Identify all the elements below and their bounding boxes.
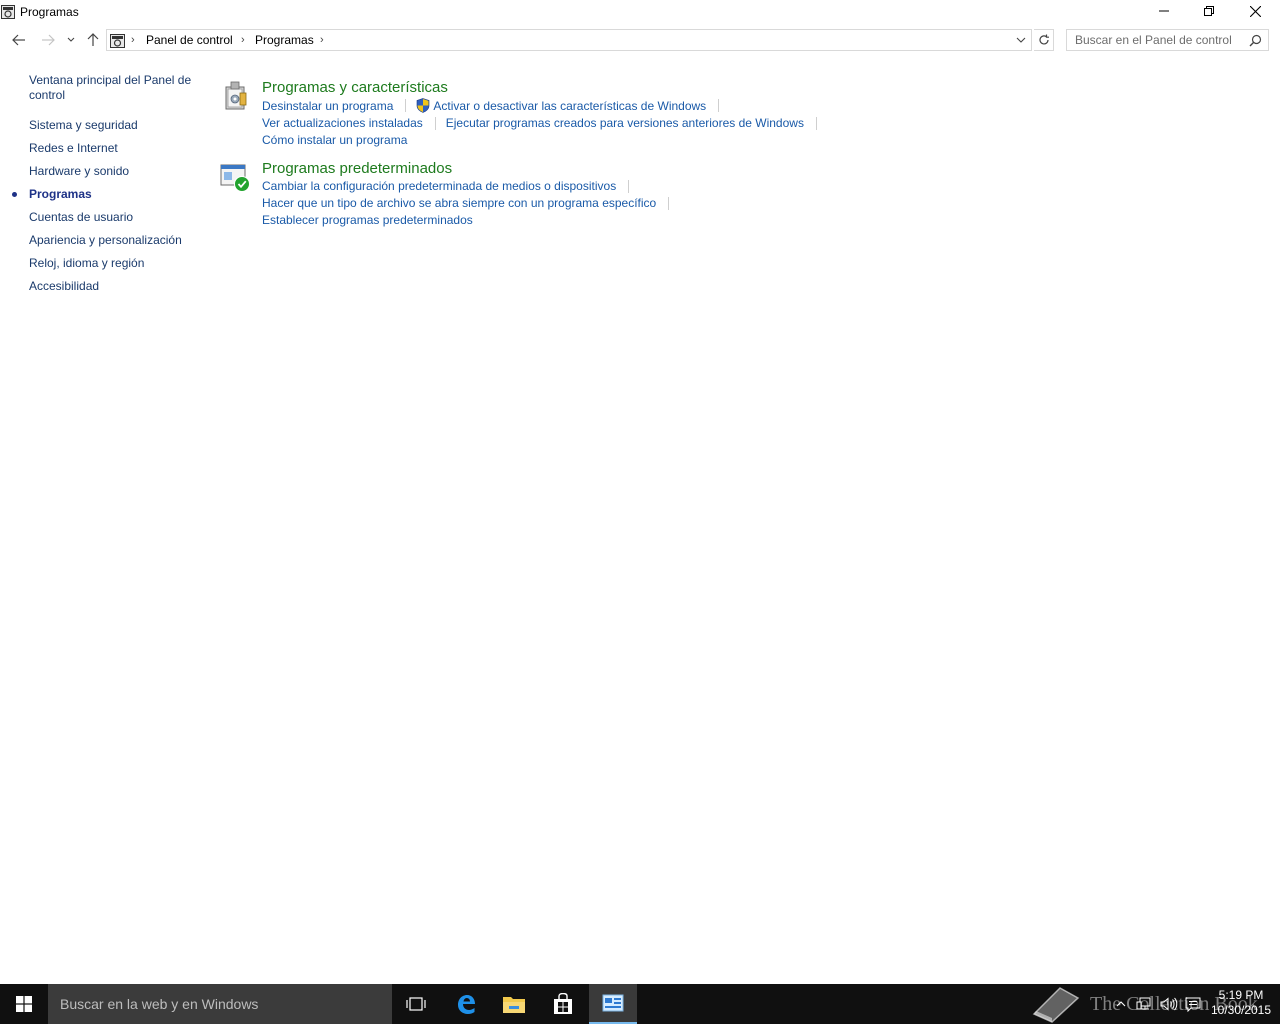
section-title-programas-predeterminados[interactable]: Programas predeterminados bbox=[262, 160, 452, 177]
breadcrumb-separator[interactable]: › bbox=[131, 34, 135, 46]
arrow-right-icon bbox=[42, 34, 55, 46]
search-icon[interactable] bbox=[1249, 34, 1262, 47]
taskbar-search-text: Buscar en la web y en Windows bbox=[60, 996, 259, 1012]
minimize-icon bbox=[1159, 10, 1169, 12]
edge-icon bbox=[458, 995, 475, 1014]
current-item-bullet bbox=[12, 192, 17, 197]
control-panel-icon bbox=[1, 5, 15, 19]
navigation-bar: › Panel de control › Programas › bbox=[0, 26, 1280, 54]
window-title: Programas bbox=[20, 5, 79, 19]
task-view-button[interactable] bbox=[392, 984, 440, 1024]
recent-locations-button[interactable] bbox=[63, 30, 79, 50]
link-row: Ver actualizaciones instaladas Ejecutar … bbox=[262, 116, 827, 130]
autoplay-settings-link[interactable]: Cambiar la configuración predeterminada … bbox=[262, 179, 616, 193]
set-default-programs-link[interactable]: Establecer programas predeterminados bbox=[262, 213, 473, 227]
leftnav-item-hardware-sonido[interactable]: Hardware y sonido bbox=[29, 164, 129, 179]
network-button[interactable] bbox=[1134, 984, 1154, 1024]
link-row: Cómo instalar un programa bbox=[262, 133, 407, 147]
how-to-install-link[interactable]: Cómo instalar un programa bbox=[262, 133, 407, 147]
link-divider bbox=[434, 116, 436, 130]
refresh-button[interactable] bbox=[1034, 29, 1054, 51]
link-divider bbox=[815, 116, 817, 130]
control-panel-icon bbox=[110, 34, 125, 48]
uac-shield-icon bbox=[417, 98, 430, 113]
breadcrumb-separator[interactable]: › bbox=[320, 34, 324, 46]
minimize-button[interactable] bbox=[1141, 0, 1187, 22]
leftnav-item-apariencia[interactable]: Apariencia y personalización bbox=[29, 233, 182, 248]
refresh-icon bbox=[1038, 34, 1049, 45]
forward-button[interactable] bbox=[38, 30, 58, 50]
taskbar: Buscar en la web y en Windows The Collec… bbox=[0, 984, 1280, 1024]
start-button[interactable] bbox=[0, 984, 48, 1024]
chevron-down-icon bbox=[67, 37, 75, 42]
arrow-left-icon bbox=[12, 34, 25, 46]
file-explorer-button[interactable] bbox=[490, 984, 538, 1024]
compatibility-programs-link[interactable]: Ejecutar programas creados para versione… bbox=[446, 116, 804, 130]
taskbar-clock[interactable]: 5:19 PM 10/30/2015 bbox=[1204, 988, 1278, 1018]
control-panel-taskbar-button[interactable] bbox=[589, 984, 637, 1024]
clock-time: 5:19 PM bbox=[1218, 988, 1264, 1002]
leftnav-item-cuentas-usuario[interactable]: Cuentas de usuario bbox=[29, 210, 133, 225]
link-divider bbox=[668, 196, 670, 210]
leftnav-item-programas[interactable]: Programas bbox=[29, 187, 92, 202]
taskbar-search-box[interactable]: Buscar en la web y en Windows bbox=[48, 984, 392, 1024]
programs-features-icon[interactable] bbox=[220, 79, 252, 111]
windows-logo-icon bbox=[16, 996, 32, 1012]
control-panel-home-link[interactable]: Ventana principal del Panel de control bbox=[29, 73, 201, 103]
chevron-down-icon bbox=[1016, 37, 1026, 43]
back-button[interactable] bbox=[9, 30, 29, 50]
search-box[interactable] bbox=[1066, 29, 1269, 51]
uninstall-program-link[interactable]: Desinstalar un programa bbox=[262, 99, 393, 113]
restore-icon bbox=[1204, 6, 1214, 16]
control-panel-icon bbox=[602, 994, 624, 1012]
store-button[interactable] bbox=[539, 984, 587, 1024]
address-bar[interactable]: › Panel de control › Programas › bbox=[106, 29, 1032, 51]
search-input[interactable] bbox=[1067, 30, 1243, 50]
file-type-association-link[interactable]: Hacer que un tipo de archivo se abra sie… bbox=[262, 196, 656, 210]
store-icon bbox=[554, 993, 572, 1014]
title-bar: Programas bbox=[0, 0, 1280, 24]
windows-features-link[interactable]: Activar o desactivar las características… bbox=[433, 99, 706, 113]
leftnav-item-sistema-seguridad[interactable]: Sistema y seguridad bbox=[29, 118, 138, 133]
book-icon bbox=[1032, 987, 1080, 1023]
link-row: Desinstalar un programa Activar o desact… bbox=[262, 98, 729, 113]
link-divider bbox=[628, 179, 630, 193]
leftnav-item-reloj-idioma-region[interactable]: Reloj, idioma y región bbox=[29, 256, 144, 271]
task-view-icon bbox=[406, 997, 426, 1011]
up-button[interactable] bbox=[83, 30, 103, 50]
address-dropdown-button[interactable] bbox=[1013, 32, 1029, 48]
link-divider bbox=[718, 99, 720, 112]
edge-button[interactable] bbox=[442, 984, 490, 1024]
leftnav-item-redes-internet[interactable]: Redes e Internet bbox=[29, 141, 118, 156]
breadcrumb-separator[interactable]: › bbox=[241, 34, 245, 46]
default-programs-icon[interactable] bbox=[220, 160, 252, 192]
section-title-programas-caracteristicas[interactable]: Programas y características bbox=[262, 79, 448, 96]
show-hidden-icons-button[interactable] bbox=[1112, 984, 1130, 1024]
close-button[interactable] bbox=[1232, 0, 1278, 22]
link-row: Establecer programas predeterminados bbox=[262, 213, 473, 227]
speaker-icon bbox=[1160, 997, 1178, 1011]
volume-button[interactable] bbox=[1158, 984, 1180, 1024]
notification-icon bbox=[1185, 997, 1201, 1012]
breadcrumb-panel-de-control[interactable]: Panel de control bbox=[146, 33, 233, 47]
network-icon bbox=[1136, 997, 1151, 1010]
link-row: Cambiar la configuración predeterminada … bbox=[262, 179, 639, 193]
restore-button[interactable] bbox=[1186, 0, 1232, 22]
installed-updates-link[interactable]: Ver actualizaciones instaladas bbox=[262, 116, 423, 130]
link-divider bbox=[405, 99, 407, 112]
link-row: Hacer que un tipo de archivo se abra sie… bbox=[262, 196, 679, 210]
clock-date: 10/30/2015 bbox=[1210, 1003, 1272, 1017]
file-explorer-icon bbox=[503, 997, 525, 1013]
arrow-up-icon bbox=[87, 33, 99, 46]
breadcrumb-programas[interactable]: Programas bbox=[255, 33, 314, 47]
chevron-up-icon bbox=[1116, 1001, 1126, 1007]
close-icon bbox=[1249, 5, 1261, 17]
action-center-button[interactable] bbox=[1183, 984, 1203, 1024]
leftnav-item-accesibilidad[interactable]: Accesibilidad bbox=[29, 279, 99, 294]
